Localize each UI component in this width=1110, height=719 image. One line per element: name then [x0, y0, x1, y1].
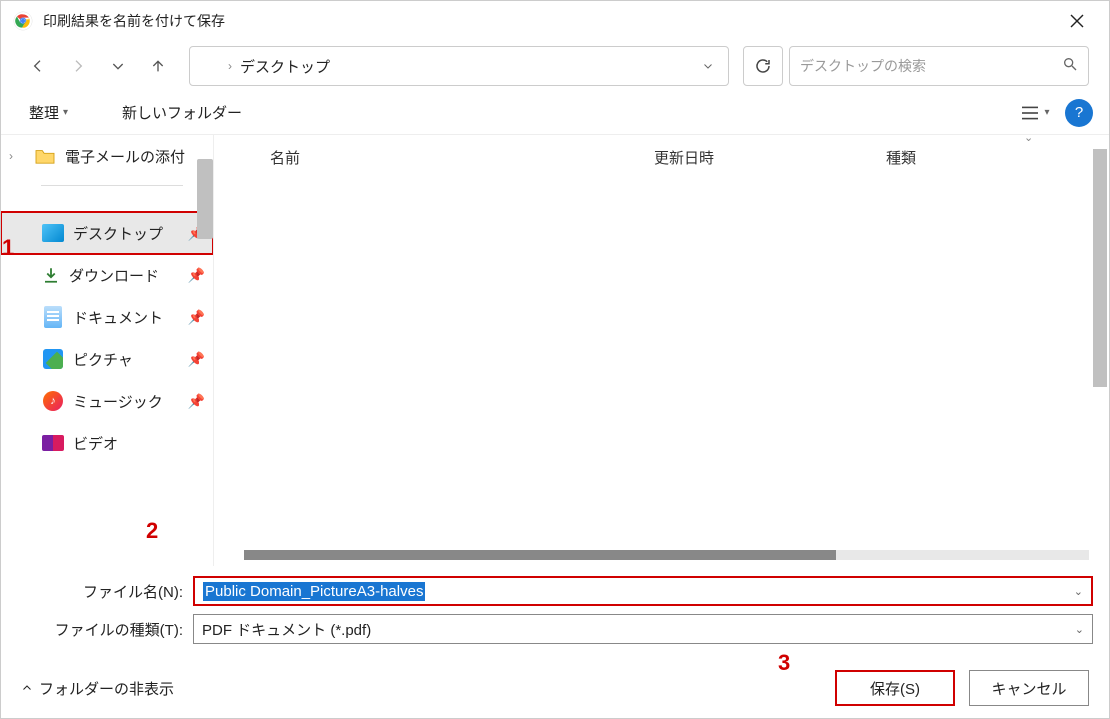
- close-button[interactable]: [1057, 1, 1097, 41]
- breadcrumb-location[interactable]: デスクトップ: [240, 56, 688, 77]
- nav-bar: › デスクトップ: [1, 41, 1109, 91]
- footer: フォルダーの非表示 保存(S) キャンセル: [1, 658, 1109, 718]
- window-title: 印刷結果を名前を付けて保存: [43, 11, 1057, 31]
- pin-icon[interactable]: 📌: [188, 351, 205, 368]
- view-options-button[interactable]: ▾: [1017, 95, 1053, 131]
- pin-icon[interactable]: 📌: [188, 309, 205, 326]
- organize-label: 整理: [29, 102, 59, 123]
- pin-icon[interactable]: 📌: [188, 267, 205, 284]
- pictures-icon: [41, 347, 65, 371]
- annotation-1: 1: [2, 235, 14, 261]
- sidebar-item-pictures[interactable]: ピクチャ 📌: [1, 338, 213, 380]
- sidebar-item-label: ミュージック: [73, 391, 180, 412]
- folder-icon: [33, 144, 57, 168]
- search-input[interactable]: [800, 58, 1062, 74]
- download-icon: [41, 265, 61, 285]
- document-icon: [41, 305, 65, 329]
- help-button[interactable]: ?: [1065, 99, 1093, 127]
- pin-icon[interactable]: 📌: [188, 393, 205, 410]
- vertical-scrollbar[interactable]: [1093, 149, 1107, 560]
- sidebar-item-label: ビデオ: [73, 433, 205, 454]
- search-icon[interactable]: [1062, 56, 1078, 77]
- chevron-right-icon: ›: [228, 59, 232, 73]
- sidebar-item-email-attachments[interactable]: › 電子メールの添付: [1, 135, 213, 177]
- filename-input[interactable]: Public Domain_PictureA3-halves ⌄: [193, 576, 1093, 606]
- nav-recent-button[interactable]: [101, 49, 135, 83]
- sidebar: › 電子メールの添付 デスクトップ 📌 ダウンロード 📌 ドキュメント 📌: [1, 135, 214, 566]
- save-button[interactable]: 保存(S): [835, 670, 955, 706]
- filetype-select[interactable]: PDF ドキュメント (*.pdf) ⌄: [193, 614, 1093, 644]
- desktop-icon: [41, 221, 65, 245]
- chevron-right-icon[interactable]: ›: [9, 149, 25, 163]
- new-folder-button[interactable]: 新しいフォルダー: [110, 96, 254, 129]
- cancel-button[interactable]: キャンセル: [969, 670, 1089, 706]
- hide-folders-label: フォルダーの非表示: [39, 678, 174, 699]
- list-header: 名前 更新日時 種類: [214, 135, 1109, 179]
- sidebar-item-downloads[interactable]: ダウンロード 📌: [1, 254, 213, 296]
- filetype-value: PDF ドキュメント (*.pdf): [202, 619, 1075, 640]
- sidebar-item-videos[interactable]: ビデオ: [1, 422, 213, 464]
- chevron-down-icon[interactable]: ⌄: [1074, 585, 1083, 598]
- organize-button[interactable]: 整理 ▾: [17, 96, 80, 129]
- horizontal-scrollbar[interactable]: [244, 550, 1089, 560]
- column-date[interactable]: 更新日時: [654, 147, 870, 168]
- column-name[interactable]: 名前: [214, 147, 654, 168]
- annotation-2: 2: [146, 518, 158, 544]
- sidebar-item-documents[interactable]: ドキュメント 📌: [1, 296, 213, 338]
- filename-value[interactable]: Public Domain_PictureA3-halves: [203, 582, 425, 601]
- list-body[interactable]: [214, 179, 1109, 566]
- chrome-icon: [13, 11, 33, 31]
- sidebar-item-label: ピクチャ: [73, 349, 180, 370]
- sort-indicator-icon: ⌄: [1024, 135, 1033, 144]
- chevron-down-icon[interactable]: ⌄: [1075, 623, 1084, 636]
- sidebar-item-label: デスクトップ: [73, 223, 180, 244]
- sidebar-item-label: ドキュメント: [73, 307, 180, 328]
- annotation-3: 3: [778, 650, 790, 676]
- file-inputs: ファイル名(N): Public Domain_PictureA3-halves…: [1, 566, 1109, 658]
- address-bar[interactable]: › デスクトップ: [189, 46, 729, 86]
- nav-up-button[interactable]: [141, 49, 175, 83]
- video-icon: [41, 431, 65, 455]
- search-box[interactable]: [789, 46, 1089, 86]
- chevron-up-icon: [21, 682, 33, 694]
- nav-forward-button[interactable]: [61, 49, 95, 83]
- sidebar-item-music[interactable]: ♪ ミュージック 📌: [1, 380, 213, 422]
- toolbar: 整理 ▾ 新しいフォルダー ▾ ?: [1, 91, 1109, 135]
- title-bar: 印刷結果を名前を付けて保存: [1, 1, 1109, 41]
- chevron-down-icon: ▾: [63, 107, 68, 118]
- sidebar-item-label: 電子メールの添付: [65, 146, 205, 167]
- hide-folders-button[interactable]: フォルダーの非表示: [21, 678, 174, 699]
- nav-back-button[interactable]: [21, 49, 55, 83]
- column-type[interactable]: 種類: [870, 147, 1109, 168]
- refresh-button[interactable]: [743, 46, 783, 86]
- file-list: ⌄ 名前 更新日時 種類: [214, 135, 1109, 566]
- desktop-icon: [198, 55, 220, 77]
- address-dropdown-button[interactable]: [696, 60, 720, 72]
- filename-label: ファイル名(N):: [17, 581, 187, 602]
- sidebar-item-desktop[interactable]: デスクトップ 📌: [1, 212, 213, 254]
- filetype-label: ファイルの種類(T):: [17, 619, 187, 640]
- sidebar-scrollbar[interactable]: [197, 159, 213, 239]
- sidebar-item-label: ダウンロード: [69, 265, 180, 286]
- music-icon: ♪: [41, 389, 65, 413]
